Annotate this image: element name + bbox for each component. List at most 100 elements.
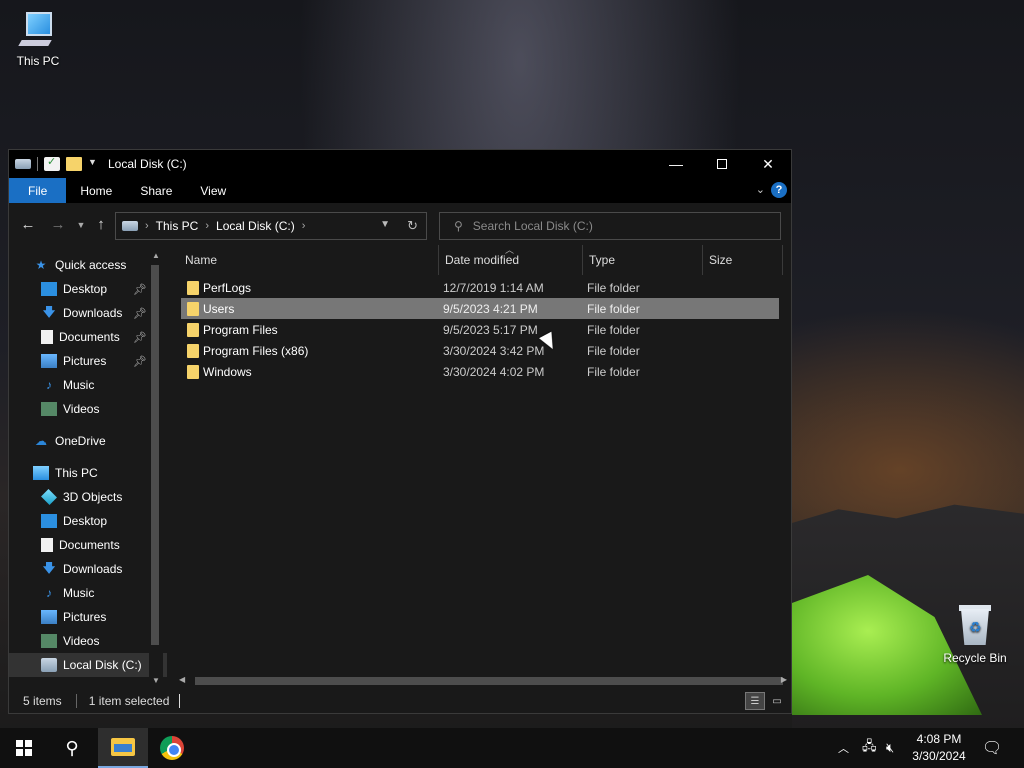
taskbar-clock[interactable]: 4:08 PM 3/30/2024	[912, 731, 966, 765]
details-view-button[interactable]: ☰	[745, 692, 765, 710]
nav-item-local-disk[interactable]: Local Disk (C:)	[9, 653, 167, 677]
taskbar-file-explorer[interactable]	[98, 728, 148, 768]
computer-icon	[33, 466, 49, 480]
nav-item-label: Desktop	[63, 514, 108, 528]
file-type: File folder	[587, 322, 640, 337]
nav-item-pc-videos[interactable]: Videos	[9, 629, 167, 653]
column-header-date-modified[interactable]: Date modified	[439, 245, 583, 275]
close-button[interactable]: ✕	[745, 150, 791, 178]
nav-pane-scrollbar[interactable]: ▲ ▼	[149, 245, 163, 689]
column-header-size[interactable]: Size	[703, 245, 783, 275]
desktop-icon-this-pc[interactable]: This PC	[0, 10, 76, 68]
nav-item-pc-downloads[interactable]: 🡇 Downloads	[9, 557, 167, 581]
nav-item-quick-access[interactable]: ★ Quick access	[9, 253, 167, 277]
tab-view[interactable]: View	[186, 178, 240, 203]
computer-icon	[16, 10, 60, 50]
customize-toolbar-chevron-icon[interactable]: ▼	[88, 157, 98, 171]
nav-item-label: Downloads	[63, 306, 123, 320]
file-name: Program Files	[203, 322, 278, 337]
3d-objects-icon	[41, 489, 57, 505]
desktop-icon	[41, 514, 57, 528]
nav-item-pc-pictures[interactable]: Pictures	[9, 605, 167, 629]
nav-item-pc-documents[interactable]: Documents	[9, 533, 167, 557]
file-list-horizontal-scrollbar[interactable]: ◀ ▶	[171, 673, 791, 689]
breadcrumb-separator-icon[interactable]: ›	[302, 220, 306, 232]
breadcrumb-separator-icon[interactable]: ›	[145, 220, 149, 232]
help-icon[interactable]: ?	[771, 182, 787, 198]
new-folder-icon[interactable]	[66, 157, 82, 171]
file-row[interactable]: PerfLogs 12/7/2019 1:14 AM File folder	[181, 277, 779, 298]
file-row[interactable]: Users 9/5/2023 4:21 PM File folder	[181, 298, 779, 319]
maximize-button[interactable]	[699, 150, 745, 178]
nav-item-videos[interactable]: Videos	[9, 397, 167, 421]
scroll-left-icon[interactable]: ◀	[179, 675, 185, 684]
folder-icon	[187, 281, 199, 295]
item-count: 5 items	[23, 694, 62, 708]
taskbar-search-button[interactable]: ⚲	[48, 728, 96, 768]
pin-icon[interactable]: 📌︎	[133, 331, 147, 344]
nav-item-this-pc[interactable]: This PC	[9, 461, 167, 485]
nav-item-documents[interactable]: Documents 📌︎	[9, 325, 167, 349]
forward-button[interactable]: →	[49, 216, 67, 233]
column-header-name[interactable]: Name	[179, 245, 439, 275]
video-icon	[41, 634, 57, 648]
pin-icon[interactable]: 📌︎	[133, 355, 147, 368]
refresh-icon[interactable]: ↻	[407, 218, 418, 234]
breadcrumb-this-pc[interactable]: This PC	[156, 219, 199, 233]
nav-item-label: Documents	[59, 330, 120, 344]
scrollbar-thumb[interactable]	[195, 677, 783, 685]
scroll-up-icon[interactable]: ▲	[152, 251, 160, 260]
search-input[interactable]	[472, 219, 753, 233]
nav-item-downloads[interactable]: 🡇 Downloads 📌︎	[9, 301, 167, 325]
music-icon: ♪	[46, 586, 52, 600]
volume-muted-icon[interactable]: 🔇︎	[886, 728, 894, 768]
tab-home[interactable]: Home	[66, 178, 126, 203]
network-icon[interactable]: 🖧	[862, 728, 877, 768]
tab-file[interactable]: File	[9, 178, 67, 203]
pictures-icon	[41, 354, 57, 368]
nav-item-3d-objects[interactable]: 3D Objects	[9, 485, 167, 509]
desktop-icon-recycle-bin[interactable]: ♻ Recycle Bin	[937, 603, 1013, 665]
breadcrumb-separator-icon[interactable]: ›	[205, 220, 209, 232]
folder-icon	[187, 323, 199, 337]
recycle-bin-icon: ♻	[957, 603, 993, 647]
nav-item-desktop[interactable]: Desktop 📌︎	[9, 277, 167, 301]
pictures-icon	[41, 610, 57, 624]
large-icons-view-button[interactable]: ▭	[767, 692, 787, 710]
recent-locations-chevron-icon[interactable]: ▼	[72, 220, 90, 230]
nav-item-pc-desktop[interactable]: Desktop	[9, 509, 167, 533]
file-row[interactable]: Program Files 9/5/2023 5:17 PM File fold…	[181, 319, 779, 340]
scroll-down-icon[interactable]: ▼	[152, 676, 160, 685]
file-row[interactable]: Windows 3/30/2024 4:02 PM File folder	[181, 361, 779, 382]
expand-ribbon-icon[interactable]: ⌄	[756, 183, 765, 196]
up-button[interactable]: ↑	[92, 216, 110, 233]
ribbon-tabs: File Home Share View ⌄ ?	[9, 178, 791, 203]
taskbar-chrome[interactable]	[148, 728, 196, 768]
minimize-button[interactable]: —	[653, 150, 699, 178]
pin-icon[interactable]: 📌︎	[133, 283, 147, 296]
scrollbar-thumb[interactable]	[151, 265, 159, 645]
tab-share[interactable]: Share	[126, 178, 186, 203]
nav-item-label: Desktop	[63, 282, 108, 296]
column-header-type[interactable]: Type	[583, 245, 703, 275]
back-button[interactable]: ←	[19, 216, 37, 233]
breadcrumb-local-disk[interactable]: Local Disk (C:)	[216, 219, 295, 233]
nav-item-pc-music[interactable]: ♪ Music	[9, 581, 167, 605]
explorer-body: ★ Quick access Desktop 📌︎ 🡇 Downloads 📌︎…	[9, 245, 791, 689]
address-history-chevron-icon[interactable]: ▼	[380, 219, 390, 230]
drive-icon	[15, 159, 31, 169]
start-button[interactable]	[0, 728, 48, 768]
nav-item-pictures[interactable]: Pictures 📌︎	[9, 349, 167, 373]
properties-icon[interactable]	[44, 155, 60, 171]
nav-item-onedrive[interactable]: ☁ OneDrive	[9, 429, 167, 453]
video-icon	[41, 402, 57, 416]
search-box[interactable]: ⚲	[439, 212, 781, 240]
address-bar[interactable]: › This PC › Local Disk (C:) › ▼ ↻	[115, 212, 427, 240]
scroll-right-icon[interactable]: ▶	[781, 675, 787, 684]
nav-item-music[interactable]: ♪ Music	[9, 373, 167, 397]
pin-icon[interactable]: 📌︎	[133, 307, 147, 320]
show-hidden-icons-chevron-icon[interactable]: ︿	[838, 728, 849, 768]
title-bar[interactable]: ▼ Local Disk (C:) — ✕	[9, 150, 791, 178]
notifications-icon[interactable]: 🗨︎	[982, 728, 1002, 768]
file-row[interactable]: Program Files (x86) 3/30/2024 3:42 PM Fi…	[181, 340, 779, 361]
